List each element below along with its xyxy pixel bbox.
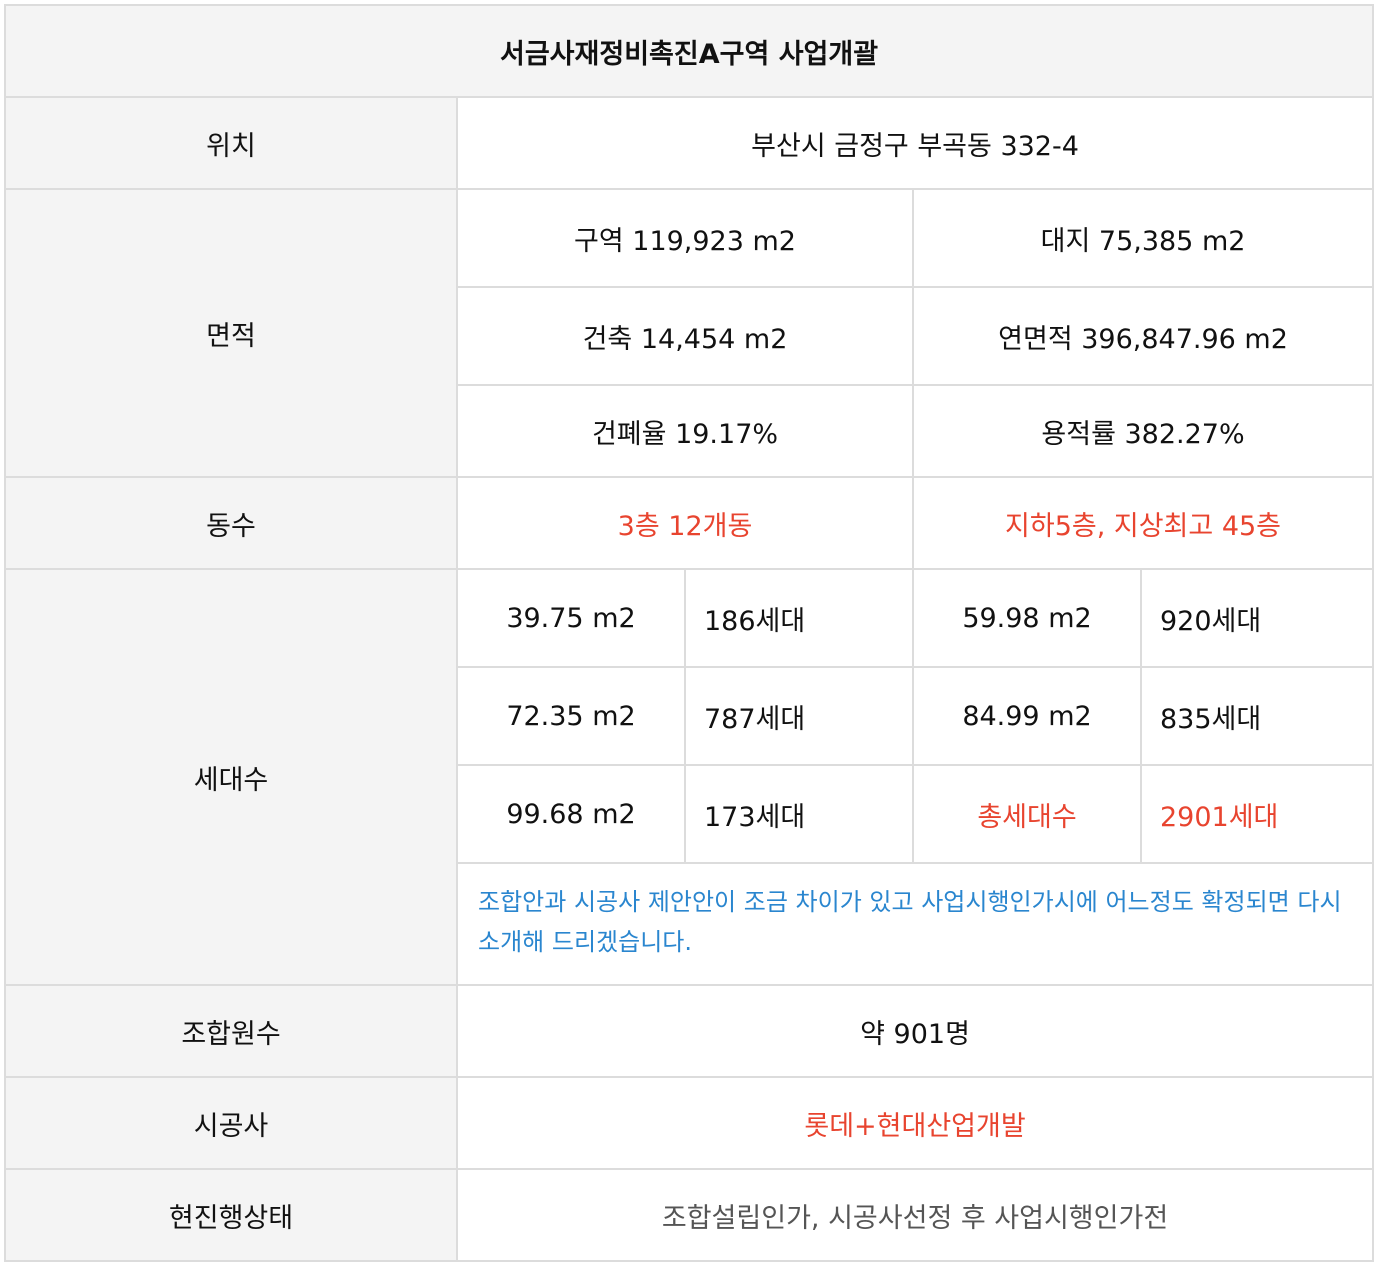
household-count: 835세대 [1139, 666, 1375, 766]
status-label: 현진행상태 [4, 1168, 458, 1262]
area-zone: 구역 119,923 m2 [456, 188, 914, 288]
members-value: 약 901명 [455, 984, 1375, 1078]
household-size: 59.98 m2 [912, 568, 1142, 668]
buildings-count: 3층 12개동 [456, 476, 914, 570]
members-label: 조합원수 [4, 984, 458, 1078]
area-building: 건축 14,454 m2 [456, 286, 914, 386]
area-total-floor: 연면적 396,847.96 m2 [911, 286, 1375, 386]
total-households-value: 2901세대 [1139, 764, 1375, 864]
contractor-label: 시공사 [4, 1076, 458, 1170]
total-households-label: 총세대수 [912, 764, 1142, 864]
contractor-value: 롯데+현대산업개발 [455, 1076, 1375, 1170]
buildings-label: 동수 [4, 476, 458, 570]
buildings-floors: 지하5층, 지상최고 45층 [911, 476, 1375, 570]
household-count: 787세대 [684, 666, 914, 766]
household-count: 173세대 [684, 764, 914, 864]
household-size: 99.68 m2 [456, 764, 686, 864]
area-coverage-ratio: 건폐율 19.17% [456, 384, 914, 478]
location-label: 위치 [4, 96, 458, 190]
households-note: 조합안과 시공사 제안안이 조금 차이가 있고 사업시행인가시에 어느정도 확정… [455, 862, 1375, 986]
household-count: 920세대 [1139, 568, 1375, 668]
status-value: 조합설립인가, 시공사선정 후 사업시행인가전 [455, 1168, 1375, 1262]
household-size: 39.75 m2 [456, 568, 686, 668]
location-value: 부산시 금정구 부곡동 332-4 [455, 96, 1375, 190]
household-count: 186세대 [684, 568, 914, 668]
household-size: 72.35 m2 [456, 666, 686, 766]
area-label: 면적 [4, 188, 458, 478]
area-site: 대지 75,385 m2 [911, 188, 1375, 288]
table-title: 서금사재정비촉진A구역 사업개괄 [3, 4, 1375, 98]
project-overview-table: 서금사재정비촉진A구역 사업개괄 위치 부산시 금정구 부곡동 332-4 면적… [3, 4, 1375, 1262]
household-size: 84.99 m2 [912, 666, 1142, 766]
households-label: 세대수 [4, 568, 458, 986]
area-floor-area-ratio: 용적률 382.27% [911, 384, 1375, 478]
